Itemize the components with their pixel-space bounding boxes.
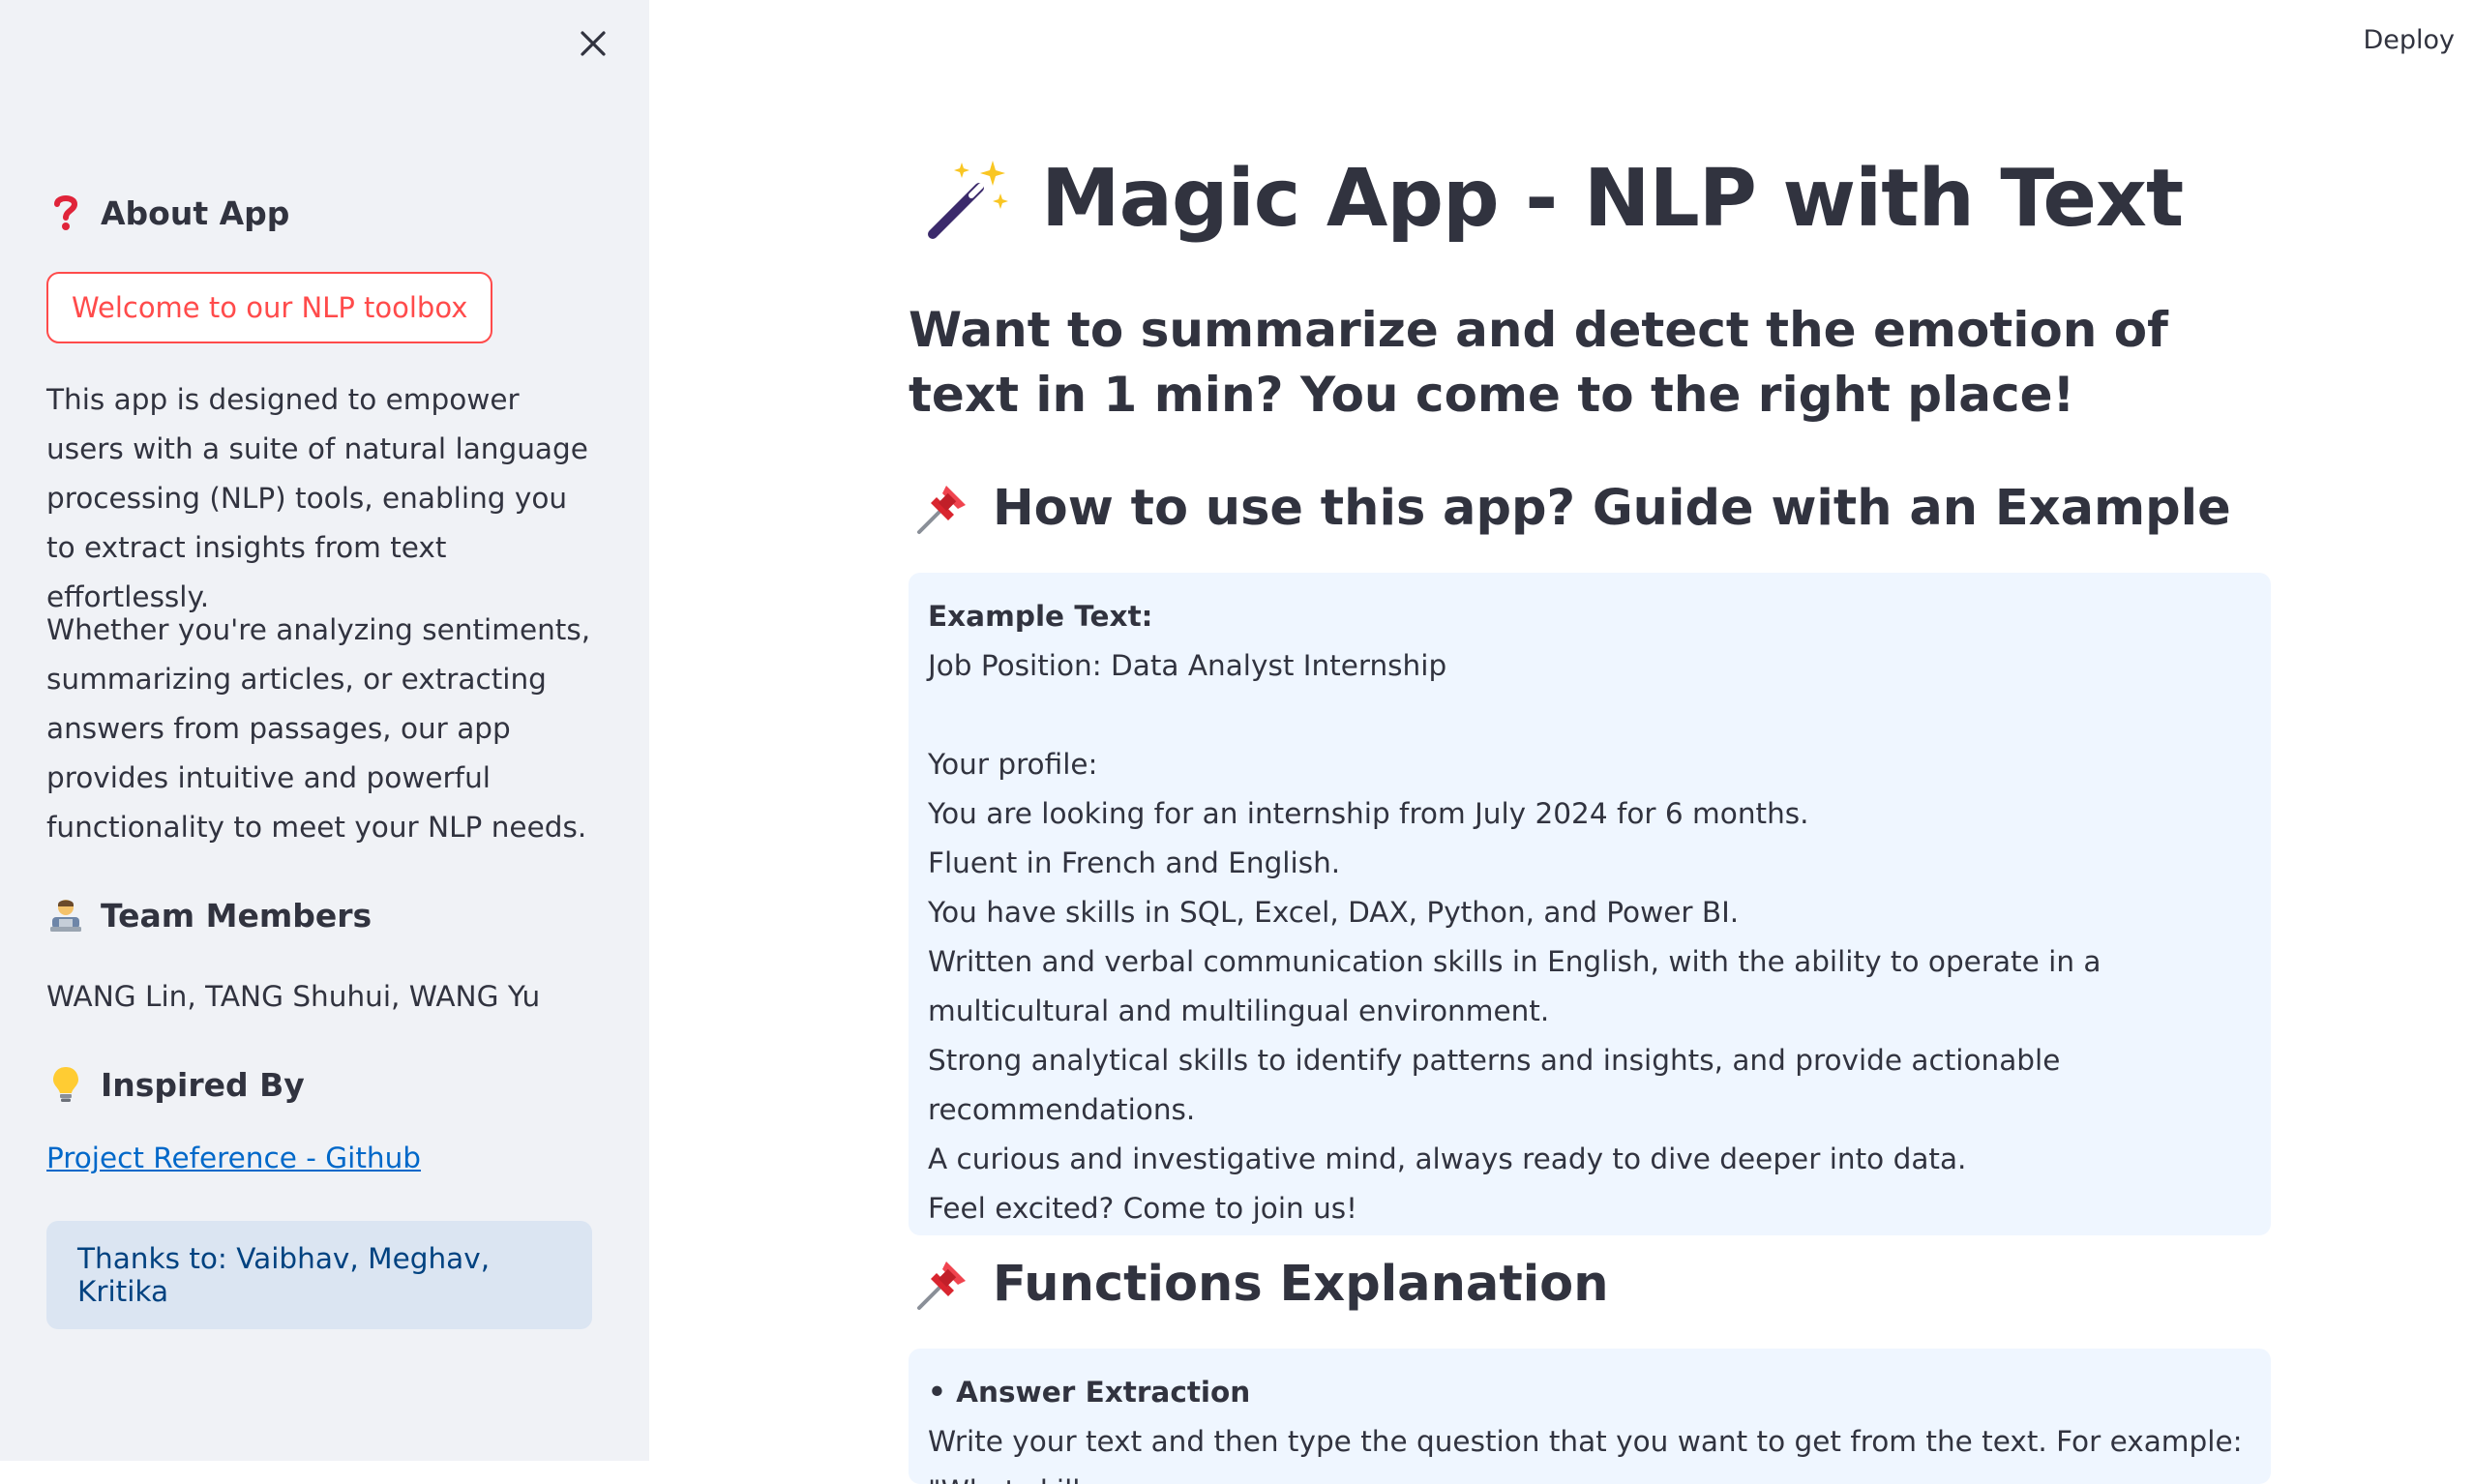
welcome-button[interactable]: Welcome to our NLP toolbox — [46, 272, 493, 343]
example-line: Job Position: Data Analyst Internship — [928, 649, 1447, 682]
page-title-text: Magic App - NLP with Text — [1041, 153, 2184, 245]
pushpin-icon — [917, 1261, 966, 1310]
page-title: Magic App - NLP with Text — [923, 153, 2184, 245]
functions-box: • Answer Extraction Write your text and … — [909, 1349, 2271, 1484]
inspired-heading: Inspired By — [46, 1065, 305, 1104]
about-heading: About App — [46, 193, 289, 232]
team-members: WANG Lin, TANG Shuhui, WANG Yu — [46, 980, 541, 1013]
about-paragraph-1: This app is designed to empower users wi… — [46, 383, 588, 613]
example-line: Fluent in French and English. — [928, 846, 1341, 879]
guide-heading-text: How to use this app? Guide with an Examp… — [993, 479, 2231, 537]
technologist-icon — [46, 896, 85, 935]
example-box: Example Text: Job Position: Data Analyst… — [909, 573, 2271, 1235]
thanks-box: Thanks to: Vaibhav, Meghav, Kritika — [46, 1221, 592, 1329]
magic-wand-icon — [928, 160, 1008, 239]
close-icon — [581, 31, 606, 56]
functions-heading-text: Functions Explanation — [993, 1255, 1609, 1313]
light-bulb-icon — [46, 1065, 85, 1104]
pushpin-icon — [917, 486, 966, 534]
example-line — [928, 691, 2251, 740]
thanks-text: Thanks to: Vaibhav, Meghav, Kritika — [77, 1242, 491, 1308]
function-item-title: • Answer Extraction — [928, 1376, 1251, 1409]
team-heading: Team Members — [46, 896, 372, 935]
inspired-heading-text: Inspired By — [101, 1065, 305, 1104]
question-mark-icon — [46, 193, 85, 232]
example-line: Your profile: — [928, 748, 1098, 781]
close-sidebar-button[interactable] — [571, 21, 615, 66]
function-item-text: Write your text and then type the questi… — [928, 1425, 2243, 1484]
guide-heading: How to use this app? Guide with an Examp… — [911, 476, 2231, 540]
example-line: Written and verbal communication skills … — [928, 945, 2110, 1027]
about-heading-text: About App — [101, 193, 290, 232]
example-line: Strong analytical skills to identify pat… — [928, 1044, 2070, 1126]
example-line: You have skills in SQL, Excel, DAX, Pyth… — [928, 896, 1740, 929]
example-line: You are looking for an internship from J… — [928, 797, 1809, 830]
deploy-button[interactable]: Deploy — [2357, 21, 2460, 59]
about-paragraph-2: Whether you're analyzing sentiments, sum… — [46, 613, 591, 844]
functions-heading: Functions Explanation — [911, 1252, 1609, 1316]
example-label: Example Text: — [928, 600, 1153, 633]
team-heading-text: Team Members — [101, 896, 373, 935]
example-line: Feel excited? Come to join us! — [928, 1192, 1357, 1225]
project-reference-link[interactable]: Project Reference - Github — [46, 1142, 421, 1174]
example-line: A curious and investigative mind, always… — [928, 1143, 1967, 1175]
page-subtitle: Want to summarize and detect the emotion… — [909, 302, 2168, 423]
sidebar: About App Welcome to our NLP toolbox Thi… — [0, 0, 649, 1461]
